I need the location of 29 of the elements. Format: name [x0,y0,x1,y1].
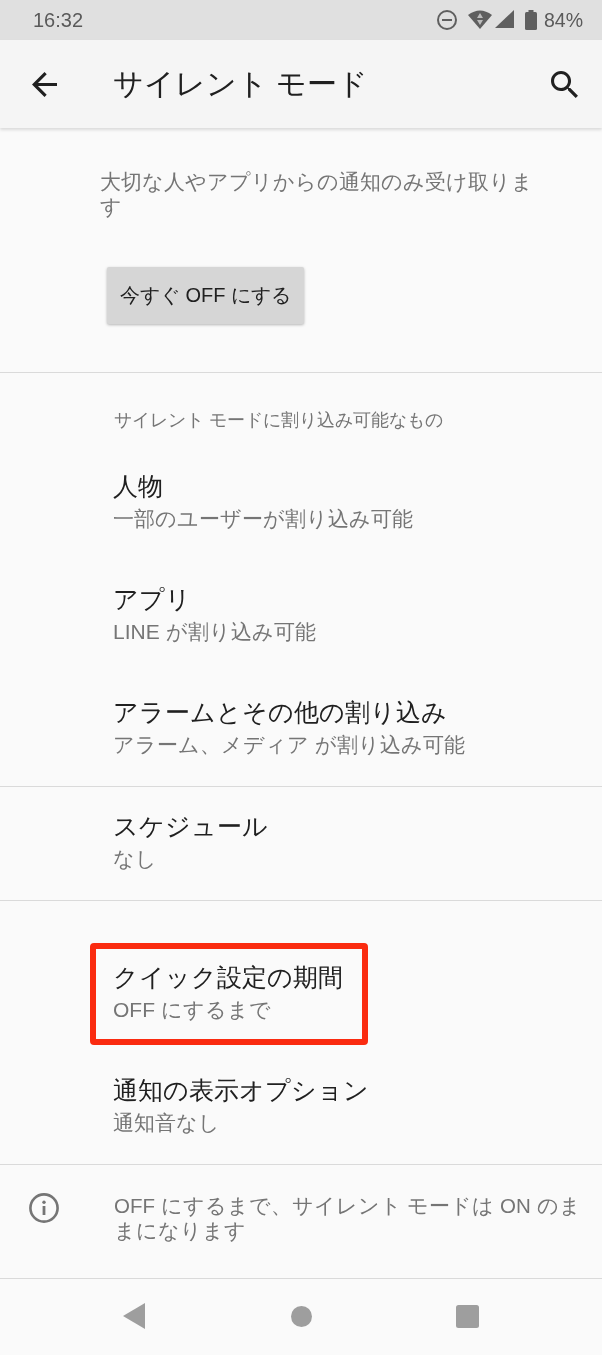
setting-summary: 一部のユーザーが割り込み可能 [113,506,413,532]
setting-summary: LINE が割り込み可能 [113,619,316,645]
do-not-disturb-icon [436,10,457,30]
page-title: サイレント モード [113,65,370,102]
home-circle-icon[interactable] [291,1305,312,1327]
setting-summary: アラーム、メディア が割り込み可能 [113,732,465,758]
info-icon [29,1193,59,1223]
setting-summary: なし [113,846,158,872]
back-arrow-icon[interactable] [32,71,57,97]
status-time: 16:32 [33,8,85,32]
recents-square-icon[interactable] [456,1304,479,1328]
wifi-icon [467,9,492,29]
setting-summary: 通知音なし [113,1110,221,1136]
setting-title[interactable]: アプリ [113,583,316,617]
signal-icon [494,10,514,28]
info-text: OFF にするまで、サイレント モードは ON のままになります [114,1193,582,1243]
setting-title[interactable]: アラームとその他の割り込み [113,696,465,730]
setting-title[interactable]: クイック設定の期間 [113,961,343,995]
search-icon[interactable] [551,70,578,98]
battery-icon [524,10,537,30]
back-triangle-icon[interactable] [123,1303,145,1329]
battery-percentage: 84% [543,8,583,32]
setting-title[interactable]: 通知の表示オプション [113,1074,369,1108]
setting-title[interactable]: 人物 [113,470,413,504]
turn-off-now-button[interactable]: 今すぐ OFF にする [107,267,305,324]
setting-title[interactable]: スケジュール [113,810,268,844]
mode-description: 大切な人やアプリからの通知のみ受け取ります [100,169,534,219]
section-header: サイレント モードに割り込み可能なもの [113,409,444,432]
setting-summary: OFF にするまで [113,997,272,1023]
